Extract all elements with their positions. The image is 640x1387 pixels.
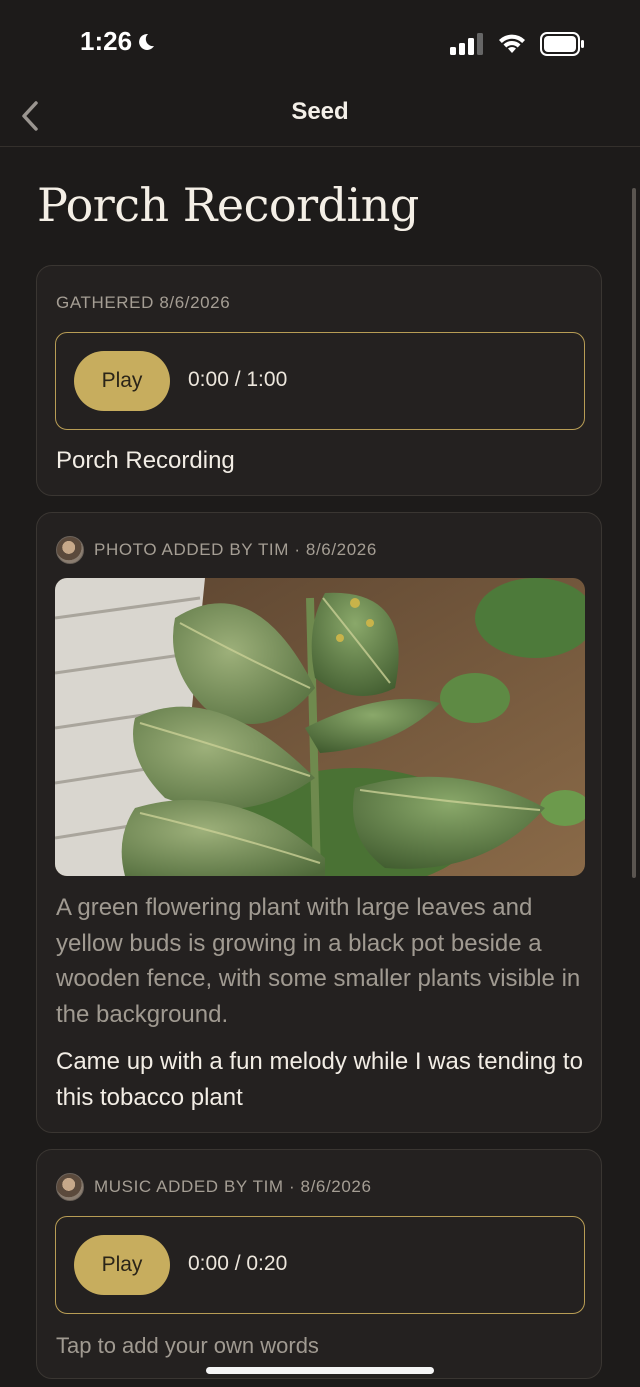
card-meta: PHOTO ADDED BY TIM · 8/6/2026 bbox=[94, 540, 377, 559]
play-button[interactable]: Play bbox=[74, 1235, 170, 1295]
photo-card: PHOTO ADDED BY TIM · 8/6/2026 A green fl… bbox=[36, 512, 602, 1133]
card-meta: MUSIC ADDED BY TIM · 8/6/2026 bbox=[94, 1177, 372, 1196]
avatar bbox=[56, 1173, 84, 1201]
add-words-placeholder[interactable]: Tap to add your own words bbox=[56, 1328, 583, 1364]
playback-time: 0:00 / 1:00 bbox=[188, 368, 288, 391]
music-card: MUSIC ADDED BY TIM · 8/6/2026 Play 0:00 … bbox=[36, 1149, 602, 1379]
cellular-signal-icon bbox=[450, 33, 483, 55]
scrollbar[interactable] bbox=[632, 188, 636, 878]
playback-time: 0:00 / 0:20 bbox=[188, 1252, 288, 1275]
recording-title: Porch Recording bbox=[56, 447, 235, 474]
plant-image bbox=[55, 578, 585, 876]
recording-card: GATHERED 8/6/2026 Play 0:00 / 1:00 Porch… bbox=[36, 265, 602, 496]
audio-player: Play 0:00 / 1:00 bbox=[55, 332, 585, 430]
photo-caption: A green flowering plant with large leave… bbox=[56, 894, 581, 1028]
audio-player: Play 0:00 / 0:20 bbox=[55, 1216, 585, 1314]
photo-note: Came up with a fun melody while I was te… bbox=[56, 1048, 583, 1111]
card-meta: GATHERED 8/6/2026 bbox=[56, 293, 231, 312]
wifi-icon bbox=[499, 34, 525, 53]
status-time: 1:26 bbox=[80, 26, 156, 57]
nav-title: Seed bbox=[291, 98, 349, 125]
moon-icon bbox=[139, 33, 155, 50]
status-bar: 1:26 bbox=[0, 0, 640, 88]
play-button[interactable]: Play bbox=[74, 351, 170, 411]
plant-photo[interactable] bbox=[55, 578, 585, 876]
avatar bbox=[56, 536, 84, 564]
home-indicator[interactable] bbox=[206, 1367, 434, 1374]
page-title: Porch Recording bbox=[37, 178, 419, 232]
nav-bar: Seed bbox=[0, 88, 640, 147]
battery-icon bbox=[540, 32, 584, 56]
